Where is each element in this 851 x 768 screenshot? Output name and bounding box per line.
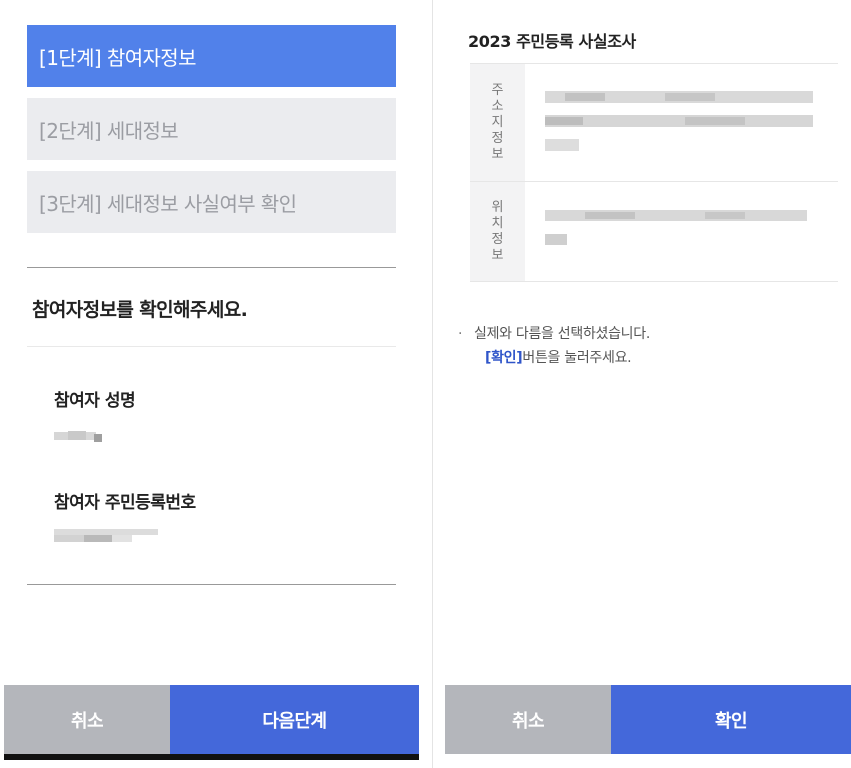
step-1-participant-info[interactable]: [1단계] 참여자정보 (27, 25, 396, 87)
participant-name-label: 참여자 성명 (54, 391, 136, 411)
participant-name-value-redacted (54, 430, 104, 444)
next-step-button[interactable]: 다음단계 (170, 685, 419, 754)
notice-message: · 실제와 다름을 선택하셨습니다. [확인]버튼을 눌러주세요. (458, 322, 650, 370)
notice-line-1: · 실제와 다름을 선택하셨습니다. (458, 322, 650, 346)
left-bottom-edge (4, 754, 419, 760)
section-divider-top (27, 267, 396, 268)
address-info-head: 주소지정보 (470, 64, 525, 181)
section-title: 참여자정보를 확인해주세요. (32, 299, 248, 321)
survey-panel: 2023 주민등록 사실조사 주소지정보 위치정보 · 실제와 다름을 선택하셨… (433, 0, 851, 768)
location-info-head: 위치정보 (470, 182, 525, 281)
section-divider-light (27, 346, 396, 347)
participant-id-label: 참여자 주민등록번호 (54, 493, 196, 513)
survey-info-table: 주소지정보 위치정보 (470, 63, 838, 282)
survey-cancel-button[interactable]: 취소 (445, 685, 611, 754)
section-divider-bottom (27, 584, 396, 585)
location-info-value-redacted (525, 182, 838, 281)
survey-title: 2023 주민등록 사실조사 (468, 32, 636, 51)
step-2-label: [2단계] 세대정보 (39, 118, 179, 143)
left-button-bar: 취소 다음단계 (4, 685, 419, 754)
cancel-button[interactable]: 취소 (4, 685, 170, 754)
step-3-label: [3단계] 세대정보 사실여부 확인 (39, 191, 297, 216)
notice-line-2: [확인]버튼을 눌러주세요. (458, 346, 650, 370)
bullet-icon: · (458, 326, 463, 342)
location-info-row: 위치정보 (470, 182, 838, 282)
step-1-label: [1단계] 참여자정보 (39, 45, 196, 70)
notice-confirm-accent: [확인] (485, 350, 523, 366)
address-info-head-label: 주소지정보 (491, 82, 504, 162)
participant-panel: [1단계] 참여자정보 [2단계] 세대정보 [3단계] 세대정보 사실여부 확… (0, 0, 432, 768)
step-3-household-verification[interactable]: [3단계] 세대정보 사실여부 확인 (27, 171, 396, 233)
address-info-value-redacted (525, 64, 838, 181)
right-button-bar: 취소 확인 (445, 685, 851, 754)
notice-line-1-text: 실제와 다름을 선택하셨습니다. (474, 326, 650, 342)
step-2-household-info[interactable]: [2단계] 세대정보 (27, 98, 396, 160)
address-info-row: 주소지정보 (470, 64, 838, 182)
confirm-button[interactable]: 확인 (611, 685, 851, 754)
location-info-head-label: 위치정보 (491, 199, 504, 263)
notice-line-2-text: 버튼을 눌러주세요. (522, 350, 632, 366)
participant-id-value-redacted (54, 529, 160, 543)
